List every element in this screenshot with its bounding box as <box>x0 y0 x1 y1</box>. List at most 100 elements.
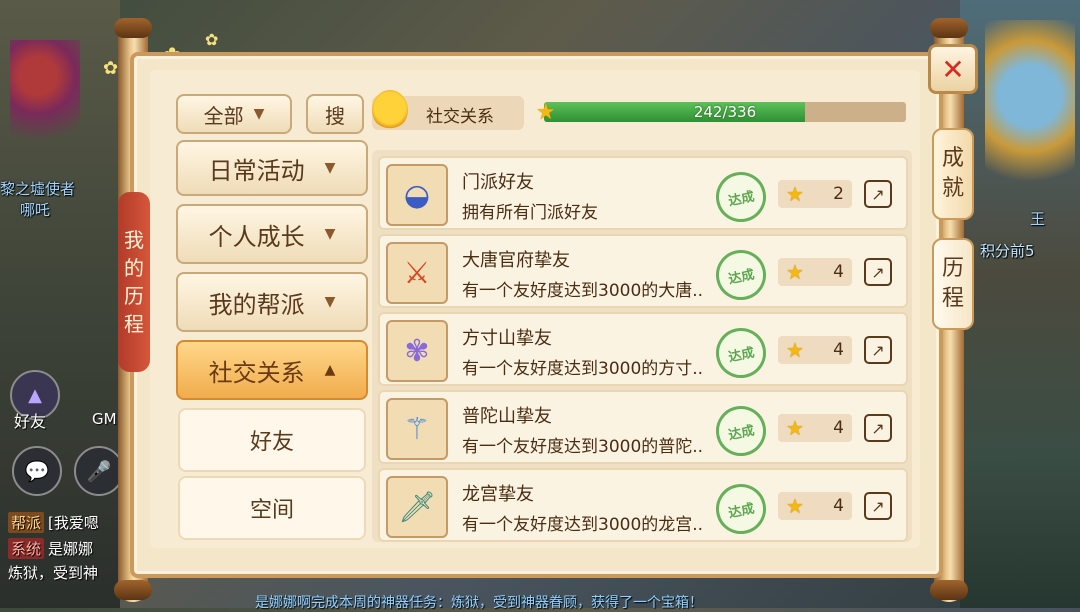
sidebar-item-daily[interactable]: 日常活动 ▼ <box>176 140 368 196</box>
tab-journey[interactable]: 历 程 <box>932 238 974 330</box>
blossom-icon: ✿ <box>205 30 219 49</box>
achieved-stamp: 达成 <box>711 245 771 305</box>
share-button[interactable]: ↗ <box>864 336 892 364</box>
close-button[interactable]: ✕ <box>928 44 978 94</box>
voice-button[interactable]: 🎤 <box>74 446 124 496</box>
achievement-row[interactable]: 🗡 龙宫挚友 有一个友好度达到3000的龙宫.. 达成 ★ 4 ↗ <box>378 468 908 542</box>
sword-icon: ⚔ <box>386 242 448 304</box>
achievement-points: ★ 4 <box>778 414 852 442</box>
scroll-cap-bottom-right <box>930 580 968 600</box>
scroll-cap-top-right <box>930 18 968 38</box>
npc-name-3[interactable]: 王 <box>1030 208 1045 229</box>
tab-label-char: 程 <box>941 286 964 311</box>
chat-bubble-icon: 💬 <box>24 459 50 483</box>
bowl-icon: ◒ <box>386 164 448 226</box>
scroll-cap-bottom-left <box>114 580 152 600</box>
chat-line-1: 帮派 [我爱嗯 <box>8 512 99 533</box>
gm-label[interactable]: GM <box>92 410 117 428</box>
share-arrow-icon: ↗ <box>871 340 885 360</box>
achievement-row[interactable]: ◒ 门派好友 拥有所有门派好友 达成 ★ 2 ↗ <box>378 156 908 230</box>
panel-title-char: 历 <box>124 284 144 308</box>
search-button[interactable]: 搜 <box>306 94 364 134</box>
tab-label-char: 历 <box>941 256 964 281</box>
bottom-ticker: 是娜娜啊完成本周的神器任务：炼狱，受到神器眷顾，获得了一个宝箱！ <box>255 595 703 611</box>
chat-tag: 系统 <box>8 538 45 559</box>
sidebar-subitem-friends[interactable]: 好友 <box>178 408 366 472</box>
chevron-up-icon: ▲ <box>324 362 336 378</box>
share-button[interactable]: ↗ <box>864 180 892 208</box>
chat-tag: 帮派 <box>8 512 45 533</box>
achieved-stamp: 达成 <box>711 167 771 227</box>
chick-mascot-icon <box>372 90 408 130</box>
achieved-stamp: 达成 <box>711 479 771 539</box>
tab-label-char: 成 <box>941 146 964 171</box>
microphone-icon: 🎤 <box>86 459 112 483</box>
filter-dropdown[interactable]: 全部 ▼ <box>176 94 292 134</box>
flower-icon: ✾ <box>386 320 448 382</box>
achievement-desc: 有一个友好度达到3000的大唐.. <box>462 281 704 301</box>
chat-line-2: 系统 是娜娜 <box>8 538 93 559</box>
sidebar-item-guild[interactable]: 我的帮派 ▼ <box>176 272 368 332</box>
chevron-down-icon: ▼ <box>253 106 265 122</box>
subitem-label: 空间 <box>249 498 294 523</box>
panel-title-ribbon: 我 的 历 程 <box>118 192 150 372</box>
points-value: 4 <box>833 418 844 438</box>
achievement-title: 门派好友 <box>462 172 534 193</box>
points-value: 4 <box>833 340 844 360</box>
tab-label-char: 就 <box>941 176 964 201</box>
chat-text: [我爱嗯 <box>48 514 99 532</box>
achievement-points: ★ 2 <box>778 180 852 208</box>
chat-line-3: 炼狱，受到神 <box>8 562 98 583</box>
achieved-stamp: 达成 <box>711 323 771 383</box>
achievement-title: 龙宫挚友 <box>462 484 534 505</box>
chat-text: 炼狱，受到神 <box>8 564 99 582</box>
progress-text: 242/336 <box>693 103 757 121</box>
star-icon: ★ <box>786 494 804 518</box>
chevron-down-icon: ▼ <box>324 294 336 310</box>
friends-label: 好友 <box>14 412 47 431</box>
staff-icon: ⚚ <box>386 398 448 460</box>
friend-avatar-icon: ▲ <box>28 384 42 406</box>
share-arrow-icon: ↗ <box>871 418 885 438</box>
panel-title-char: 程 <box>124 312 144 336</box>
share-button[interactable]: ↗ <box>864 414 892 442</box>
tab-achievements[interactable]: 成 就 <box>932 128 974 220</box>
achievement-title: 大唐官府挚友 <box>462 250 570 271</box>
sidebar-item-label: 社交关系 <box>208 358 305 387</box>
search-label: 搜 <box>325 103 345 128</box>
share-button[interactable]: ↗ <box>864 258 892 286</box>
sidebar-item-label: 个人成长 <box>208 222 305 251</box>
npc-character-right <box>985 20 1075 210</box>
category-label: 社交关系 <box>426 107 494 127</box>
chat-button[interactable]: 💬 <box>12 446 62 496</box>
star-icon: ★ <box>786 338 804 362</box>
npc-name-1[interactable]: 黎之墟使者 <box>0 178 75 199</box>
share-button[interactable]: ↗ <box>864 492 892 520</box>
npc-name-2[interactable]: 哪吒 <box>20 199 50 220</box>
achievement-desc: 有一个友好度达到3000的方寸.. <box>462 359 704 379</box>
achievement-desc: 有一个友好度达到3000的龙宫.. <box>462 515 704 535</box>
achievement-row[interactable]: ⚚ 普陀山挚友 有一个友好度达到3000的普陀.. 达成 ★ 4 ↗ <box>378 390 908 464</box>
share-arrow-icon: ↗ <box>871 262 885 282</box>
star-icon: ★ <box>786 416 804 440</box>
points-value: 2 <box>833 184 844 204</box>
sidebar-item-social[interactable]: 社交关系 ▲ <box>176 340 368 400</box>
chevron-down-icon: ▼ <box>324 160 336 176</box>
achievement-row[interactable]: ⚔ 大唐官府挚友 有一个友好度达到3000的大唐.. 达成 ★ 4 ↗ <box>378 234 908 308</box>
filter-label: 全部 <box>203 103 244 128</box>
npc-name-4[interactable]: 积分前5 <box>980 240 1035 261</box>
points-value: 4 <box>833 262 844 282</box>
subitem-label: 好友 <box>249 430 294 455</box>
sidebar-item-label: 日常活动 <box>208 156 305 185</box>
star-icon: ★ <box>786 182 804 206</box>
achievement-points: ★ 4 <box>778 492 852 520</box>
sidebar-item-label: 我的帮派 <box>208 290 305 319</box>
share-arrow-icon: ↗ <box>871 184 885 204</box>
sidebar-subitem-space[interactable]: 空间 <box>178 476 366 540</box>
share-arrow-icon: ↗ <box>871 496 885 516</box>
blossom-icon: ✿ <box>103 58 119 79</box>
achievement-points: ★ 4 <box>778 258 852 286</box>
achievement-title: 方寸山挚友 <box>462 328 552 349</box>
sidebar-item-growth[interactable]: 个人成长 ▼ <box>176 204 368 264</box>
achievement-row[interactable]: ✾ 方寸山挚友 有一个友好度达到3000的方寸.. 达成 ★ 4 ↗ <box>378 312 908 386</box>
